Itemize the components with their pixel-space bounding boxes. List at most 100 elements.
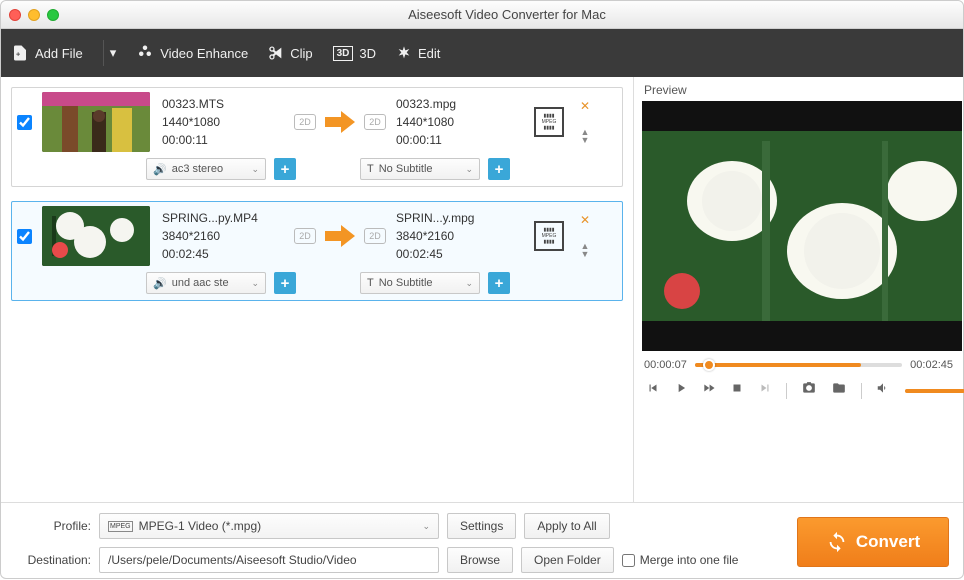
source-resolution: 3840*2160 [162, 227, 286, 245]
move-item-buttons[interactable]: ▲▼ [581, 242, 590, 258]
file-item[interactable]: SPRING...py.MP4 3840*2160 00:02:45 2D 2D… [11, 201, 623, 301]
seek-handle[interactable] [703, 359, 715, 371]
source-name: SPRING...py.MP4 [162, 209, 286, 227]
subtitle-select[interactable]: T No Subtitle ⌄ [360, 272, 480, 294]
preview-label: Preview [634, 77, 953, 101]
volume-slider[interactable] [905, 389, 953, 393]
browse-button[interactable]: Browse [447, 547, 513, 573]
convert-label: Convert [856, 532, 920, 552]
dest-info: SPRIN...y.mpg 3840*2160 00:02:45 [394, 206, 522, 266]
remove-item-button[interactable]: ✕ [580, 213, 590, 227]
speaker-icon: 🔊 [153, 277, 167, 290]
stop-button[interactable] [730, 381, 744, 400]
preview-screen[interactable] [642, 101, 962, 351]
settings-button[interactable]: Settings [447, 513, 516, 539]
audio-track-select[interactable]: 🔊 und aac ste ⌄ [146, 272, 266, 294]
dest-info: 00323.mpg 1440*1080 00:00:11 [394, 92, 522, 152]
toolbar-divider [103, 40, 104, 66]
play-button[interactable] [674, 381, 688, 400]
destination-value: /Users/pele/Documents/Aiseesoft Studio/V… [108, 553, 357, 567]
add-subtitle-button[interactable]: + [488, 272, 510, 294]
playback-controls [634, 377, 953, 400]
edit-button[interactable]: Edit [396, 45, 440, 61]
subtitle-select[interactable]: T No Subtitle ⌄ [360, 158, 480, 180]
window-controls [9, 9, 59, 21]
convert-button[interactable]: Convert [797, 517, 949, 567]
seek-bar[interactable] [695, 363, 902, 367]
source-name: 00323.MTS [162, 95, 286, 113]
titlebar: Aiseesoft Video Converter for Mac [1, 1, 963, 29]
codec-icon[interactable]: ▮▮▮▮MPEG▮▮▮▮ [530, 206, 568, 266]
three-d-button[interactable]: 3D 3D [333, 46, 376, 61]
add-file-label: Add File [35, 46, 83, 61]
dest-badge: 2D [364, 228, 386, 244]
source-badge: 2D [294, 228, 316, 244]
zoom-window-button[interactable] [47, 9, 59, 21]
file-item[interactable]: 00323.MTS 1440*1080 00:00:11 2D 2D 00323… [11, 87, 623, 187]
merge-checkbox[interactable] [622, 554, 635, 567]
add-file-dropdown[interactable]: ▾ [110, 45, 117, 61]
dest-badge: 2D [364, 114, 386, 130]
destination-input[interactable]: /Users/pele/Documents/Aiseesoft Studio/V… [99, 547, 439, 573]
preview-panel: Preview 00:00:07 00:02:45 [633, 77, 963, 502]
add-audio-button[interactable]: + [274, 158, 296, 180]
file-list: 00323.MTS 1440*1080 00:00:11 2D 2D 00323… [1, 77, 633, 502]
speaker-icon: 🔊 [153, 163, 167, 176]
add-file-button[interactable]: Add File [11, 44, 83, 62]
arrow-icon [324, 206, 356, 266]
content-area: 00323.MTS 1440*1080 00:00:11 2D 2D 00323… [1, 77, 963, 502]
chevron-down-icon: ⌄ [465, 164, 473, 175]
subtitle-value: No Subtitle [379, 163, 433, 175]
edit-label: Edit [418, 46, 440, 61]
minimize-window-button[interactable] [28, 9, 40, 21]
dest-name: 00323.mpg [396, 95, 522, 113]
item-side-controls: ✕ ▲▼ [576, 92, 594, 152]
snapshot-button[interactable] [801, 381, 817, 400]
open-folder-label: Open Folder [534, 553, 601, 567]
clip-button[interactable]: Clip [268, 45, 312, 61]
timeline: 00:00:07 00:02:45 [634, 351, 953, 377]
source-badge: 2D [294, 114, 316, 130]
merge-label: Merge into one file [640, 553, 739, 567]
source-resolution: 1440*1080 [162, 113, 286, 131]
move-item-buttons[interactable]: ▲▼ [581, 128, 590, 144]
volume-icon[interactable] [875, 381, 891, 400]
dest-duration: 00:00:11 [396, 131, 522, 149]
chevron-down-icon: ⌄ [422, 521, 430, 532]
remove-item-button[interactable]: ✕ [580, 99, 590, 113]
item-checkbox[interactable] [17, 229, 32, 244]
item-checkbox[interactable] [17, 115, 32, 130]
dest-name: SPRIN...y.mpg [396, 209, 522, 227]
codec-icon[interactable]: ▮▮▮▮MPEG▮▮▮▮ [530, 92, 568, 152]
subtitle-icon: T [367, 277, 374, 289]
open-folder-button[interactable]: Open Folder [521, 547, 614, 573]
item-checkbox-wrap [14, 92, 34, 152]
item-side-controls: ✕ ▲▼ [576, 206, 594, 266]
add-subtitle-button[interactable]: + [488, 158, 510, 180]
item-thumbnail[interactable] [42, 206, 150, 266]
merge-checkbox-wrap[interactable]: Merge into one file [622, 553, 739, 567]
apply-all-label: Apply to All [537, 519, 596, 533]
three-d-icon: 3D [333, 46, 354, 61]
apply-to-all-button[interactable]: Apply to All [524, 513, 609, 539]
fast-forward-button[interactable] [702, 381, 716, 400]
source-info: 00323.MTS 1440*1080 00:00:11 [158, 92, 286, 152]
close-window-button[interactable] [9, 9, 21, 21]
arrow-icon [324, 92, 356, 152]
open-snapshot-folder-button[interactable] [831, 381, 847, 400]
source-duration: 00:00:11 [162, 131, 286, 149]
dest-duration: 00:02:45 [396, 245, 522, 263]
prev-button[interactable] [646, 381, 660, 400]
profile-select[interactable]: MPEG MPEG-1 Video (*.mpg) ⌄ [99, 513, 439, 539]
item-thumbnail[interactable] [42, 92, 150, 152]
seek-fill [695, 363, 861, 367]
video-enhance-button[interactable]: Video Enhance [136, 44, 248, 62]
chevron-down-icon: ⌄ [251, 278, 259, 289]
profile-value: MPEG-1 Video (*.mpg) [139, 519, 262, 533]
audio-track-select[interactable]: 🔊 ac3 stereo ⌄ [146, 158, 266, 180]
profile-label: Profile: [15, 519, 91, 533]
add-audio-button[interactable]: + [274, 272, 296, 294]
dest-resolution: 1440*1080 [396, 113, 522, 131]
next-button[interactable] [758, 381, 772, 400]
item-checkbox-wrap [14, 206, 34, 266]
